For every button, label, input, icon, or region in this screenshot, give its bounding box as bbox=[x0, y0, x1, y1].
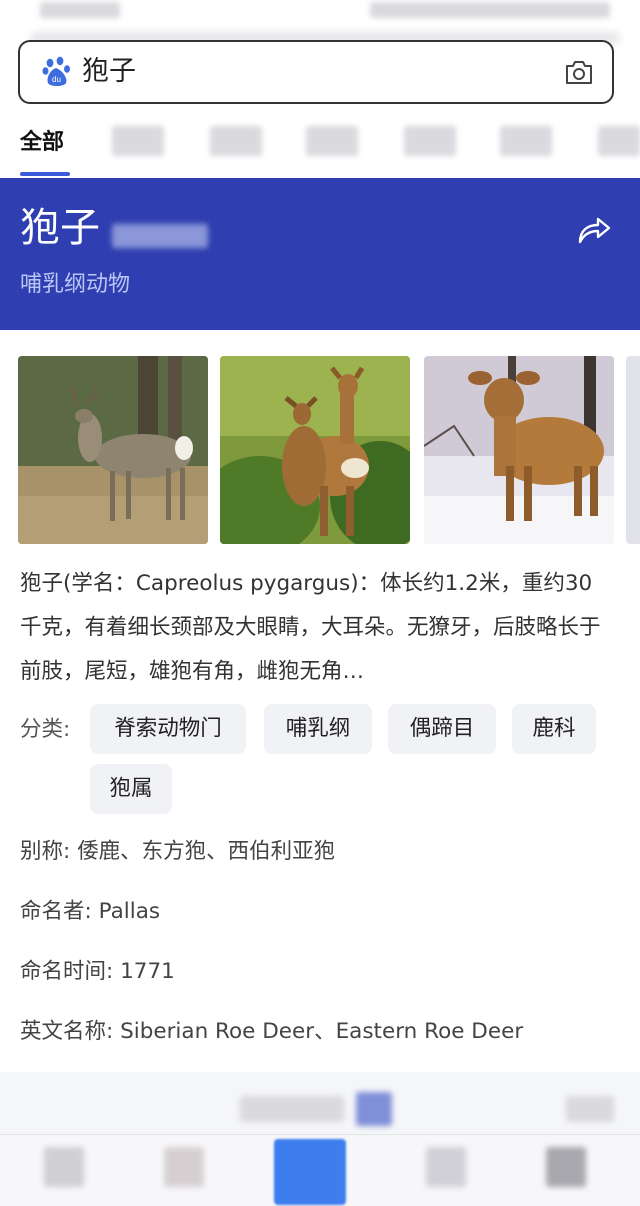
info-named-year-label: 命名时间: bbox=[20, 959, 114, 984]
tab-all[interactable]: 全部 bbox=[20, 124, 64, 156]
more-results-blur bbox=[240, 1096, 344, 1122]
info-named-year-value: 1771 bbox=[120, 959, 175, 984]
nav-tabs-icon[interactable] bbox=[164, 1147, 204, 1187]
search-box[interactable]: du 狍子 bbox=[18, 40, 614, 104]
tab-blurred-2[interactable] bbox=[210, 126, 262, 156]
deer-photo-3[interactable] bbox=[424, 356, 614, 544]
chip-phylum[interactable]: 脊索动物门 bbox=[90, 704, 246, 754]
entity-description: 狍子(学名：Capreolus pygargus)：体长约1.2米，重约30千克… bbox=[20, 571, 601, 684]
classification-label: 分类: bbox=[20, 717, 71, 742]
status-left-blur bbox=[40, 2, 120, 18]
status-right-blur bbox=[370, 2, 610, 18]
search-input[interactable]: 狍子 bbox=[82, 54, 136, 90]
info-namer-value: Pallas bbox=[98, 899, 161, 924]
info-named-year: 命名时间: 1771 bbox=[20, 954, 175, 985]
tab-blurred-4[interactable] bbox=[404, 126, 456, 156]
nav-share-icon[interactable] bbox=[426, 1147, 466, 1187]
deer-photo-2[interactable] bbox=[220, 356, 410, 544]
share-icon[interactable] bbox=[576, 214, 612, 246]
info-namer-label: 命名者: bbox=[20, 899, 92, 924]
baidu-paw-icon: du bbox=[42, 56, 70, 86]
info-alias-label: 别称: bbox=[20, 839, 71, 864]
more-results-icon bbox=[356, 1092, 392, 1126]
nav-back-icon[interactable] bbox=[44, 1147, 84, 1187]
info-english-name: 英文名称: Siberian Roe Deer、Eastern Roe Deer bbox=[20, 1014, 523, 1045]
entity-subtitle[interactable]: 哺乳纲动物 bbox=[20, 266, 130, 298]
chip-class[interactable]: 哺乳纲 bbox=[264, 704, 372, 754]
chip-genus[interactable]: 狍属 bbox=[90, 764, 172, 814]
tab-blurred-3[interactable] bbox=[306, 126, 358, 156]
info-alias-value: 倭鹿、东方狍、西伯利亚狍 bbox=[77, 839, 336, 864]
entity-title-extra-blur bbox=[112, 224, 208, 248]
tab-blurred-5[interactable] bbox=[500, 126, 552, 156]
nav-menu-icon[interactable] bbox=[546, 1147, 586, 1187]
info-english-name-label: 英文名称: bbox=[20, 1019, 114, 1044]
tab-active-indicator bbox=[20, 172, 70, 176]
tab-blurred-6[interactable] bbox=[598, 126, 640, 156]
chip-family[interactable]: 鹿科 bbox=[512, 704, 596, 754]
nav-home-icon[interactable] bbox=[274, 1139, 346, 1205]
info-english-name-value: Siberian Roe Deer、Eastern Roe Deer bbox=[120, 1019, 524, 1044]
svg-text:du: du bbox=[52, 75, 61, 84]
image-gallery bbox=[18, 356, 640, 544]
chip-order[interactable]: 偶蹄目 bbox=[388, 704, 496, 754]
entity-title: 狍子 bbox=[20, 205, 100, 251]
info-namer: 命名者: Pallas bbox=[20, 894, 160, 925]
tab-blurred-1[interactable] bbox=[112, 126, 164, 156]
camera-icon[interactable] bbox=[564, 58, 594, 86]
bottom-nav bbox=[0, 1134, 640, 1206]
deer-photo-4[interactable] bbox=[626, 356, 640, 544]
tab-bar: 全部 bbox=[0, 108, 640, 178]
entity-header: 狍子 哺乳纲动物 bbox=[0, 178, 640, 330]
info-alias: 别称: 倭鹿、东方狍、西伯利亚狍 bbox=[20, 834, 335, 865]
deer-photo-1[interactable] bbox=[18, 356, 208, 544]
status-bar bbox=[0, 0, 640, 30]
more-results-bar[interactable] bbox=[0, 1072, 640, 1134]
more-results-right-blur bbox=[566, 1096, 614, 1122]
